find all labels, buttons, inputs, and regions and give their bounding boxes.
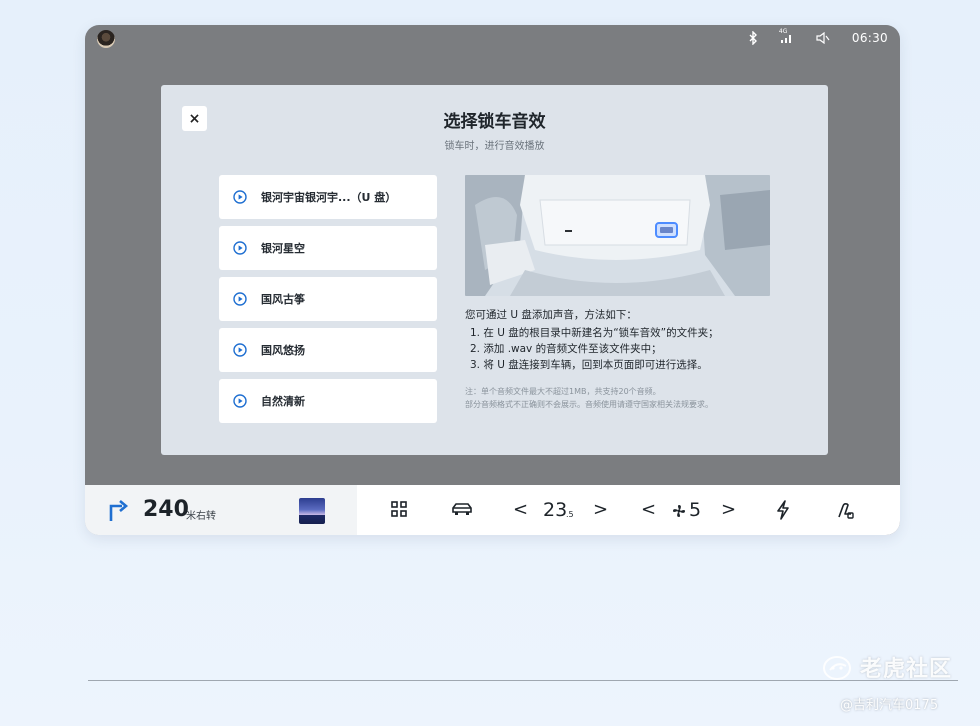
fan-level: 5 — [689, 499, 702, 521]
car-screen: 4G 06:30 × 选择锁车音效 锁车时，进行音效播放 银河宇宙银河宇...（… — [85, 25, 900, 535]
seat-adjust-icon[interactable] — [835, 500, 855, 524]
nav-distance: 240 — [143, 497, 189, 522]
status-icons: 4G 06:30 — [748, 28, 888, 45]
play-icon — [233, 394, 247, 408]
media-album-art[interactable] — [299, 498, 325, 524]
usb-instructions: 您可通过 U 盘添加声音，方法如下： 1. 在 U 盘的根目录中新建名为“锁车音… — [465, 307, 805, 373]
usb-port-preview-image — [465, 175, 770, 296]
navigation-widget[interactable]: 240 米右转 — [85, 485, 357, 535]
temperature-value: 23 — [543, 499, 568, 521]
nav-instruction: 米右转 — [186, 511, 216, 522]
clock: 06:30 — [851, 31, 888, 45]
sound-label: 自然清新 — [261, 395, 305, 408]
fan-increase-button[interactable]: > — [721, 499, 736, 520]
fan-decrease-button[interactable]: < — [641, 499, 656, 520]
temperature-decrease-button[interactable]: < — [513, 499, 528, 520]
sound-item-galaxy-starry[interactable]: 银河星空 — [219, 226, 437, 270]
sound-label: 银河星空 — [261, 242, 305, 255]
sound-label: 银河宇宙银河宇...（U 盘） — [261, 191, 397, 204]
sound-item-usb-galaxy[interactable]: 银河宇宙银河宇...（U 盘） — [219, 175, 437, 219]
instructions-title: 您可通过 U 盘添加声音，方法如下： — [465, 309, 637, 321]
user-avatar[interactable] — [97, 30, 115, 48]
temperature-increase-button[interactable]: > — [593, 499, 608, 520]
turn-right-arrow-icon — [109, 500, 129, 521]
instruction-step: 3. 将 U 盘连接到车辆，回到本页面即可进行选择。 — [470, 359, 708, 371]
bottom-taskbar: 240 米右转 < 23 .5 > < 5 > — [85, 485, 900, 535]
cellular-signal-icon: 4G — [779, 28, 794, 44]
sound-item-melodious[interactable]: 国风悠扬 — [219, 328, 437, 372]
play-icon — [233, 343, 247, 357]
temperature-decimal: .5 — [566, 510, 574, 519]
sound-item-nature[interactable]: 自然清新 — [219, 379, 437, 423]
sound-label: 国风悠扬 — [261, 344, 305, 357]
fan-icon — [672, 503, 686, 522]
signal-label: 4G — [778, 28, 788, 35]
volume-muted-icon[interactable] — [816, 32, 830, 44]
bluetooth-icon — [748, 31, 758, 45]
watermark-site-name: 老虎社区 — [860, 657, 953, 682]
lock-sound-dialog: × 选择锁车音效 锁车时，进行音效播放 银河宇宙银河宇...（U 盘） 银河星空… — [161, 85, 828, 455]
lightning-icon[interactable] — [775, 500, 791, 524]
status-bar: 4G 06:30 — [85, 25, 900, 55]
play-icon — [233, 190, 247, 204]
dialog-title: 选择锁车音效 — [443, 112, 546, 132]
watermark-logo-icon — [823, 656, 851, 680]
sound-item-guzheng[interactable]: 国风古筝 — [219, 277, 437, 321]
note-line: 部分音频格式不正确则不会展示。音频使用请遵守国家相关法规要求。 — [465, 400, 713, 409]
watermark-credit: @吉利汽车0175 — [840, 698, 939, 713]
vehicle-icon[interactable] — [451, 500, 473, 522]
play-icon — [233, 292, 247, 306]
sound-list: 银河宇宙银河宇...（U 盘） 银河星空 国风古筝 国风悠扬 自然清新 — [219, 175, 437, 430]
sound-label: 国风古筝 — [261, 293, 305, 306]
play-icon — [233, 241, 247, 255]
instruction-step: 2. 添加 .wav 的音频文件至该文件夹中； — [470, 343, 662, 355]
dialog-subtitle: 锁车时，进行音效播放 — [444, 141, 545, 152]
instruction-step: 1. 在 U 盘的根目录中新建名为“锁车音效”的文件夹； — [470, 327, 719, 339]
note-line: 注：单个音频文件最大不超过1MB，共支持20个音频。 — [465, 387, 661, 396]
instructions-notes: 注：单个音频文件最大不超过1MB，共支持20个音频。 部分音频格式不正确则不会展… — [465, 385, 805, 411]
app-grid-icon[interactable] — [390, 500, 408, 522]
